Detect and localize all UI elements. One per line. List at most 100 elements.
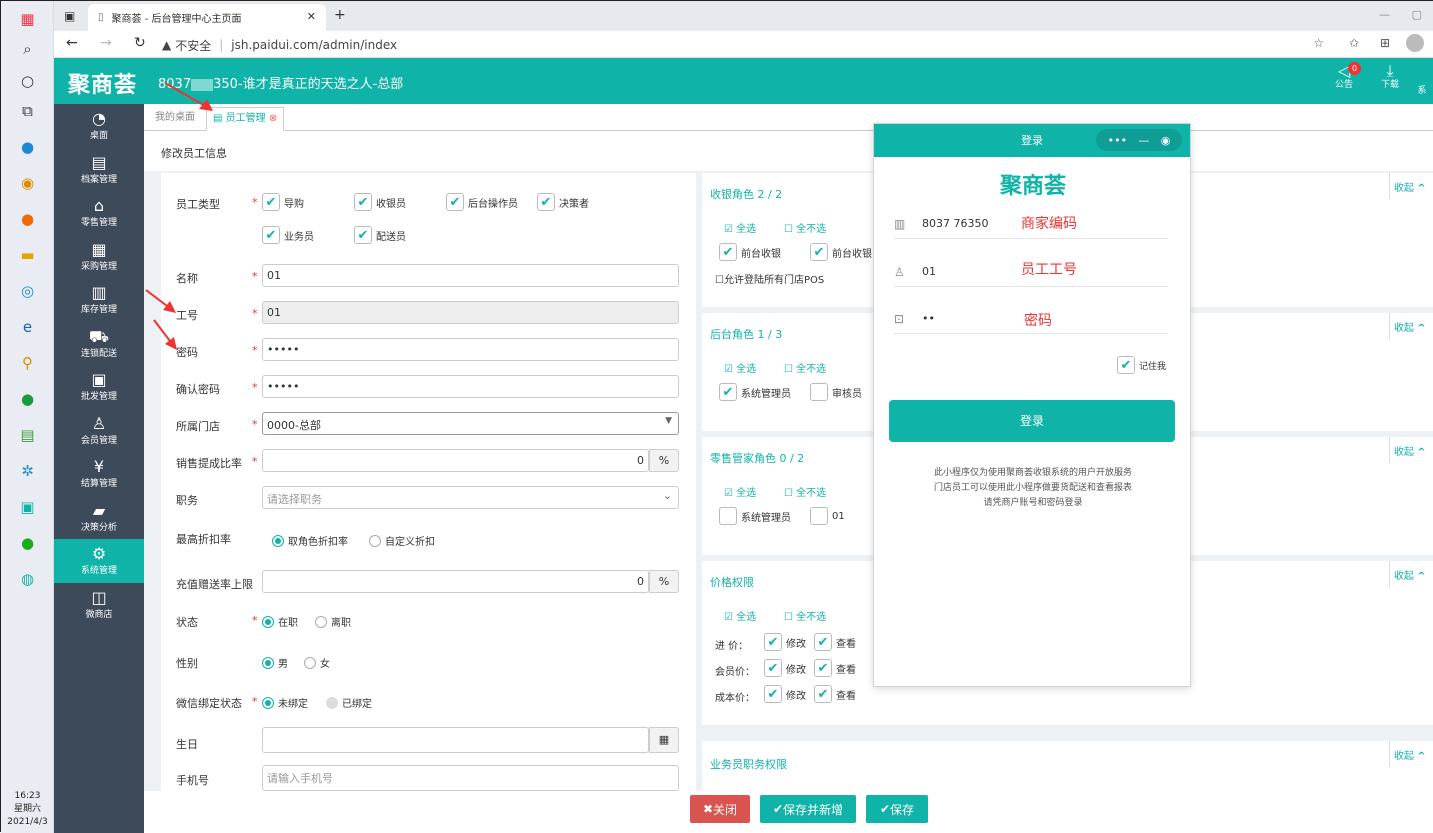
type-checkbox-decider[interactable]: ✔ 决策者 — [537, 193, 589, 211]
maximize-window-icon[interactable]: ▢ — [1412, 8, 1422, 21]
sidebar-item-retail[interactable]: ⌂ 零售管理 — [54, 191, 144, 235]
name-input[interactable]: 01 — [262, 264, 679, 287]
firefox-icon[interactable]: ● — [1, 201, 54, 237]
collapse-button[interactable]: 收起 ^ — [1389, 437, 1433, 463]
sidebar-item-delivery[interactable]: ⛟ 连锁配送 — [54, 322, 144, 366]
wechat-bound-radio[interactable]: 已绑定 — [326, 695, 372, 710]
back-icon[interactable]: ← — [66, 35, 78, 51]
discount-role-radio[interactable]: 取角色折扣率 — [272, 533, 348, 548]
recharge-input[interactable]: 0 — [262, 570, 649, 593]
select-none-button[interactable]: ☐ 全不选 — [784, 608, 826, 623]
close-button[interactable]: ✖ 关闭 — [690, 795, 750, 823]
type-checkbox-salesman[interactable]: ✔ 业务员 — [262, 226, 314, 244]
minimize-window-icon[interactable]: — — [1379, 8, 1390, 21]
collapse-button[interactable]: 收起 ^ — [1389, 313, 1433, 339]
app-logo[interactable]: 聚商荟 — [68, 67, 137, 99]
folder-icon[interactable]: ▬ — [1, 237, 54, 273]
collapse-button[interactable]: 收起 ^ — [1389, 173, 1433, 199]
clock[interactable]: 16:23 星期六 2021/4/3 — [1, 790, 54, 829]
chart-app-icon[interactable]: ▤ — [1, 417, 54, 453]
role-checkbox-retail-01[interactable]: 01 — [810, 507, 845, 525]
sidebar-item-purchase[interactable]: ▦ 采购管理 — [54, 235, 144, 279]
role-checkbox-admin[interactable]: ✔ 系统管理员 — [719, 383, 791, 401]
gender-male-radio[interactable]: 男 — [262, 655, 288, 670]
member-view-checkbox[interactable]: ✔ 查看 — [814, 659, 856, 677]
tab-actions-icon[interactable]: ▣ — [64, 9, 75, 23]
tab-employee[interactable]: ▤ 员工管理 ⊗ — [206, 107, 285, 131]
jushanghui-app-icon[interactable]: ▣ — [1, 489, 54, 525]
browser-tab[interactable]: ▯ 聚商荟 - 后台管理中心主页面 ✕ — [88, 4, 326, 31]
chat-icon[interactable]: ◎ — [1, 273, 54, 309]
favorites-icon[interactable]: ✩ — [1349, 36, 1359, 50]
search-icon[interactable]: ⌕ — [1, 31, 54, 67]
evernote-icon[interactable]: ● — [1, 381, 54, 417]
birthday-input[interactable] — [262, 727, 649, 753]
select-none-button[interactable]: ☐ 全不选 — [784, 360, 826, 375]
close-target-icon[interactable]: ◉ — [1161, 124, 1171, 157]
url-field[interactable]: ▲ 不安全 | jsh.paidui.com/admin/index — [162, 35, 1357, 55]
sidebar-item-settlement[interactable]: ¥ 结算管理 — [54, 452, 144, 496]
cost-modify-checkbox[interactable]: ✔ 修改 — [764, 685, 806, 703]
select-none-button[interactable]: ☐ 全不选 — [784, 484, 826, 499]
system-button[interactable]: 系 — [1410, 84, 1433, 98]
purchase-view-checkbox[interactable]: ✔ 查看 — [814, 633, 856, 651]
sidebar-item-analysis[interactable]: ▰ 决策分析 — [54, 496, 144, 540]
sidebar-item-system[interactable]: ⚙ 系统管理 — [54, 539, 144, 583]
reload-icon[interactable]: ↻ — [134, 35, 146, 51]
type-checkbox-operator[interactable]: ✔ 后台操作员 — [446, 193, 518, 211]
status-active-radio[interactable]: 在职 — [262, 614, 298, 629]
commission-input[interactable]: 0 — [262, 449, 649, 472]
phone-input[interactable]: 请输入手机号 — [262, 765, 679, 791]
store-select[interactable]: 0000-总部 ▼ — [262, 412, 679, 435]
notice-button[interactable]: ◁ 公告 0 — [1324, 62, 1364, 92]
tab-desktop[interactable]: 我的桌面 — [149, 107, 201, 131]
sidebar-item-microshop[interactable]: ◫ 微商店 — [54, 583, 144, 627]
save-button[interactable]: ✔ 保存 — [866, 795, 928, 823]
download-button[interactable]: ⤓ 下载 — [1370, 63, 1410, 92]
position-select[interactable]: 请选择职务 ⌄ — [262, 486, 679, 509]
password-input[interactable]: ••••• — [262, 338, 679, 361]
miniprogram-icon[interactable]: ◍ — [1, 561, 54, 597]
allow-all-pos-checkbox[interactable]: ☐允许登陆所有门店POS — [715, 271, 824, 286]
close-tab-icon[interactable]: ✕ — [307, 10, 316, 23]
close-tab-icon[interactable]: ⊗ — [269, 113, 277, 124]
type-checkbox-cashier[interactable]: ✔ 收银员 — [354, 193, 406, 211]
sync-app-icon[interactable]: ✲ — [1, 453, 54, 489]
edge-icon[interactable]: ● — [1, 129, 54, 165]
collections-icon[interactable]: ⊞ — [1380, 36, 1390, 50]
type-checkbox-guide[interactable]: ✔ 导购 — [262, 193, 304, 211]
new-tab-icon[interactable]: + — [334, 7, 346, 23]
favorite-add-icon[interactable]: ☆ — [1313, 36, 1324, 50]
forward-icon[interactable]: → — [100, 35, 112, 51]
role-checkbox-auditor[interactable]: 审核员 — [810, 383, 862, 401]
collapse-button[interactable]: 收起 ^ — [1389, 741, 1433, 767]
task-view-icon[interactable]: ⧉ — [1, 93, 54, 129]
role-checkbox-retail-admin[interactable]: 系统管理员 — [719, 507, 791, 525]
select-all-button[interactable]: ☑ 全选 — [724, 608, 756, 623]
sidebar-item-desktop[interactable]: ◔ 桌面 — [54, 104, 144, 148]
role-checkbox-pos2[interactable]: ✔ 前台收银 — [810, 243, 872, 261]
ie-icon[interactable]: e — [1, 309, 54, 345]
purchase-modify-checkbox[interactable]: ✔ 修改 — [764, 633, 806, 651]
magnifier-app-icon[interactable]: ⚲ — [1, 345, 54, 381]
discount-custom-radio[interactable]: 自定义折扣 — [369, 533, 435, 548]
member-modify-checkbox[interactable]: ✔ 修改 — [764, 659, 806, 677]
sidebar-item-archive[interactable]: ▤ 档案管理 — [54, 148, 144, 192]
cost-view-checkbox[interactable]: ✔ 查看 — [814, 685, 856, 703]
sidebar-item-wholesale[interactable]: ▣ 批发管理 — [54, 365, 144, 409]
more-icon[interactable]: ••• — [1108, 124, 1127, 157]
type-checkbox-deliverer[interactable]: ✔ 配送员 — [354, 226, 406, 244]
collapse-button[interactable]: 收起 ^ — [1389, 561, 1433, 587]
remember-me-checkbox[interactable]: ✔ 记住我 — [1117, 356, 1166, 374]
select-all-button[interactable]: ☑ 全选 — [724, 220, 756, 235]
sidebar-item-member[interactable]: ♙ 会员管理 — [54, 409, 144, 453]
employee-id-input[interactable]: 01 — [262, 301, 679, 324]
status-left-radio[interactable]: 离职 — [315, 614, 351, 629]
chrome-icon[interactable]: ◉ — [1, 165, 54, 201]
save-and-new-button[interactable]: ✔ 保存并新增 — [760, 795, 856, 823]
confirm-password-input[interactable]: ••••• — [262, 375, 679, 398]
select-all-button[interactable]: ☑ 全选 — [724, 360, 756, 375]
profile-avatar[interactable] — [1406, 34, 1424, 52]
calendar-icon[interactable]: ▦ — [649, 727, 679, 753]
wechat-icon[interactable]: ● — [1, 525, 54, 561]
